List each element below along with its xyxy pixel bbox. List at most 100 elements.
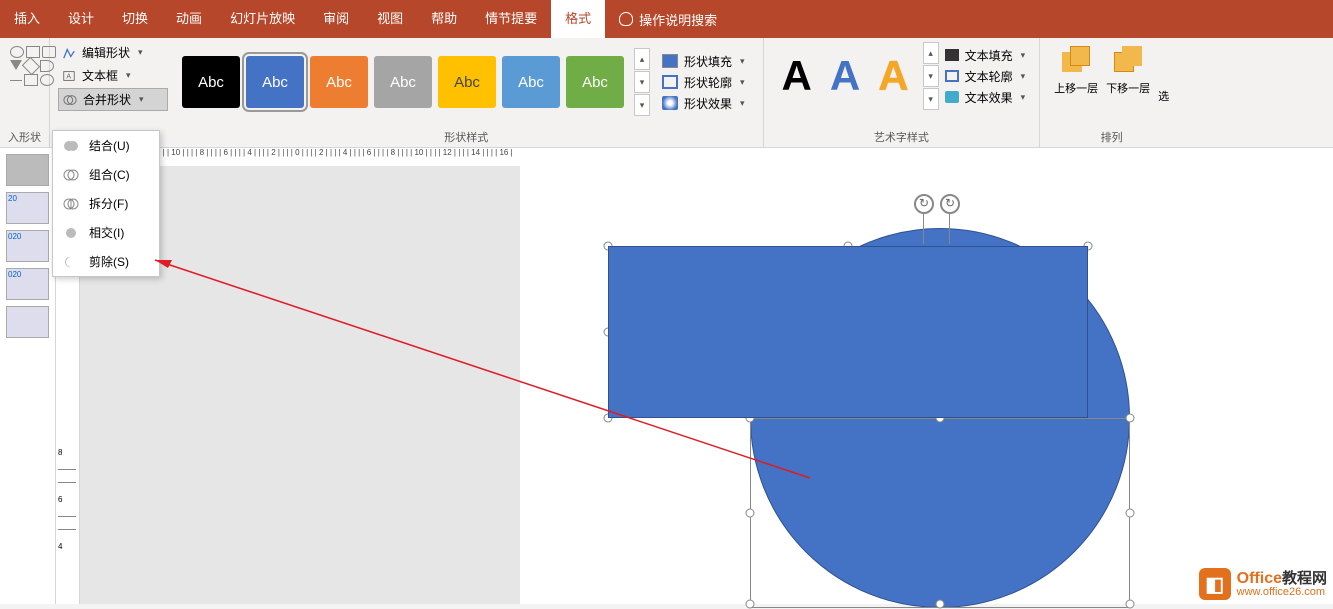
send-backward-icon [1112,46,1144,78]
text-outline-button[interactable]: 文本轮廓 [945,68,1026,85]
gallery-expand-button[interactable]: ▾ [634,94,650,116]
circ-handle-ne[interactable] [1126,414,1135,423]
circ-handle-se[interactable] [1126,600,1135,609]
shape-fill-icon [662,54,678,68]
merge-shapes-icon [63,93,77,107]
tab-bar: 插入 设计 切换 动画 幻灯片放映 审阅 视图 帮助 情节提要 格式 操作说明搜… [0,0,1333,38]
tab-animations[interactable]: 动画 [162,0,216,38]
circle-selection-box [750,418,1130,608]
rotation-handle-2[interactable] [940,194,960,214]
shape-outline-button[interactable]: 形状轮廓 [662,74,745,91]
wordart-gallery: A A A [772,44,919,108]
wordart-more: ▴ ▾ ▾ [923,42,939,110]
shape-style-3[interactable]: Abc [310,56,368,108]
rotation-stem-2 [949,214,950,244]
shape-effects-button[interactable]: 形状效果 [662,95,745,112]
svg-text:A: A [66,73,71,80]
rotation-stem-1 [923,214,924,244]
edit-shape-icon [62,46,76,60]
shape-style-1[interactable]: Abc [182,56,240,108]
tab-help[interactable]: 帮助 [417,0,471,38]
text-effects-icon [945,91,959,103]
text-fill-icon [945,49,959,61]
group-arrange: 上移一层 下移一层 选 排列 [1040,38,1183,147]
merge-union-item[interactable]: 结合(U) [53,131,159,160]
merge-subtract-item[interactable]: 剪除(S) [53,247,159,276]
shape-effects-set: 形状填充 形状轮廓 形状效果 [656,49,751,116]
rectangle-shape-front[interactable] [608,246,1088,418]
send-backward-button[interactable]: 下移一层 [1106,46,1150,104]
watermark-icon: ◧ [1199,568,1231,600]
tab-slideshow[interactable]: 幻灯片放映 [216,0,309,38]
intersect-icon [63,225,79,241]
fragment-icon [63,196,79,212]
shape-outline-icon [662,75,678,89]
tab-format[interactable]: 格式 [551,0,605,38]
shape-style-5[interactable]: Abc [438,56,496,108]
selection-pane-button[interactable]: 选 [1158,46,1169,104]
slide-thumbnail-pane[interactable]: 20 020 020 [0,148,56,604]
shape-style-7[interactable]: Abc [566,56,624,108]
circ-handle-e[interactable] [1126,509,1135,518]
text-effects-set: 文本填充 文本轮廓 文本效果 [939,43,1032,110]
tab-review[interactable]: 审阅 [309,0,363,38]
slide-canvas[interactable]: | 16 | | | | 14 | | | | 12 | | | | 10 | … [80,148,1333,604]
group-wordart-styles: A A A ▴ ▾ ▾ 文本填充 文本轮廓 文本效果 艺术字样式 [764,38,1041,147]
tell-me-search[interactable]: 操作说明搜索 [605,10,731,29]
shape-style-4[interactable]: Abc [374,56,432,108]
text-fill-button[interactable]: 文本填充 [945,47,1026,64]
shape-fill-button[interactable]: 形状填充 [662,53,745,70]
slide-thumb-4[interactable]: 020 [6,268,49,300]
slide-thumb-1[interactable] [6,154,49,186]
wordart-down-button[interactable]: ▾ [923,65,939,87]
lightbulb-icon [619,12,633,26]
tab-storyline[interactable]: 情节提要 [471,0,551,38]
text-outline-icon [945,70,959,82]
text-box-button[interactable]: A 文本框 [58,65,168,86]
tab-view[interactable]: 视图 [363,0,417,38]
merge-fragment-item[interactable]: 拆分(F) [53,189,159,218]
circ-handle-sw[interactable] [746,600,755,609]
merge-shapes-button[interactable]: 合并形状 [58,88,168,111]
slide-thumb-3[interactable]: 020 [6,230,49,262]
group-shape-styles: Abc Abc Abc Abc Abc Abc Abc ▴ ▾ ▾ 形状填充 形… [170,38,764,147]
text-effects-button[interactable]: 文本效果 [945,89,1026,106]
subtract-icon [63,254,79,270]
tab-transitions[interactable]: 切换 [108,0,162,38]
circ-handle-w[interactable] [746,509,755,518]
bring-forward-button[interactable]: 上移一层 [1054,46,1098,104]
merge-intersect-item[interactable]: 相交(I) [53,218,159,247]
group-label-wordart: 艺术字样式 [772,127,1032,145]
wordart-style-3[interactable]: A [878,52,908,100]
wordart-expand-button[interactable]: ▾ [923,88,939,110]
union-icon [63,138,79,154]
text-box-icon: A [62,69,76,83]
shape-style-more: ▴ ▾ ▾ [634,48,650,116]
ribbon: 入形状 编辑形状 A 文本框 合并形状 Abc Abc Abc Abc Abc … [0,38,1333,148]
gallery-up-button[interactable]: ▴ [634,48,650,70]
group-insert-shapes-mini: 入形状 [0,38,50,147]
edit-shape-button[interactable]: 编辑形状 [58,42,168,63]
slide-thumb-5[interactable] [6,306,49,338]
shape-style-6[interactable]: Abc [502,56,560,108]
group-label-arrange: 排列 [1048,127,1175,145]
shape-style-2[interactable]: Abc [246,56,304,108]
tab-insert[interactable]: 插入 [0,0,54,38]
wordart-style-1[interactable]: A [782,52,812,100]
horizontal-ruler: | 16 | | | | 14 | | | | 12 | | | | 10 | … [80,148,1333,166]
wordart-style-2[interactable]: A [830,52,860,100]
group-label-shape-styles: 形状样式 [178,127,755,145]
rotation-handle-1[interactable] [914,194,934,214]
tell-me-label: 操作说明搜索 [639,10,717,29]
slide-thumb-2[interactable]: 20 [6,192,49,224]
circ-handle-s[interactable] [936,600,945,609]
wordart-up-button[interactable]: ▴ [923,42,939,64]
watermark: ◧ Office教程网 www.office26.com [1199,568,1327,600]
tab-design[interactable]: 设计 [54,0,108,38]
combine-icon [63,167,79,183]
shape-effects-icon [662,96,678,110]
shape-style-gallery: Abc Abc Abc Abc Abc Abc Abc ▴ ▾ ▾ 形状填充 形… [178,42,755,122]
gallery-down-button[interactable]: ▾ [634,71,650,93]
merge-combine-item[interactable]: 组合(C) [53,160,159,189]
merge-shapes-dropdown: 结合(U) 组合(C) 拆分(F) 相交(I) 剪除(S) [52,130,160,277]
